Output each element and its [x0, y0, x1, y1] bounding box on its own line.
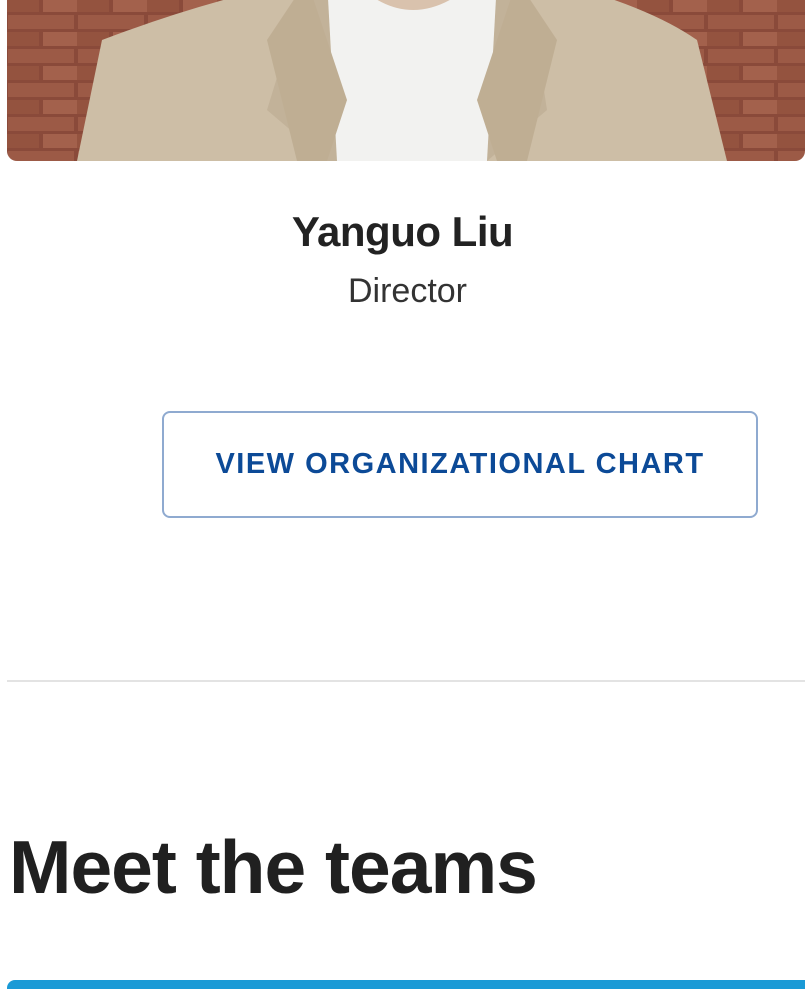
- section-divider: [7, 680, 805, 682]
- profile-photo: [7, 0, 805, 161]
- profile-name: Yanguo Liu: [291, 208, 514, 255]
- profile-title: Director: [347, 272, 468, 310]
- view-organizational-chart-button[interactable]: VIEW ORGANIZATIONAL CHART: [162, 411, 758, 518]
- view-organizational-chart-label: VIEW ORGANIZATIONAL CHART: [215, 448, 705, 480]
- profile-photo-image: [7, 0, 805, 161]
- profile-page: Yanguo Liu Director VIEW ORGANIZATIONAL …: [0, 0, 805, 989]
- teams-card-top[interactable]: [7, 980, 805, 989]
- teams-section-heading: Meet the teams: [9, 825, 538, 909]
